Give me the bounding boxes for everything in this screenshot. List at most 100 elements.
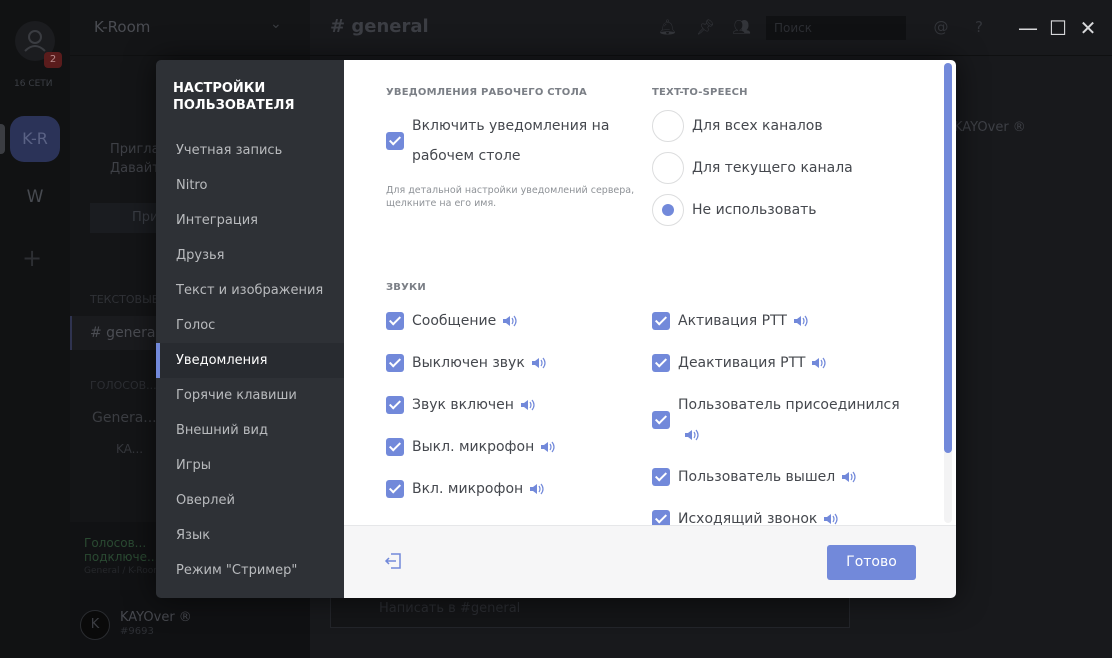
server-w[interactable]: W <box>12 174 58 220</box>
pin-icon[interactable]: 📌︎ <box>696 18 715 36</box>
sound-label: Пользователь присоединился <box>678 397 900 413</box>
nav-account[interactable]: Учетная запись <box>156 133 344 168</box>
nav-streamer-mode[interactable]: Режим "Стример" <box>156 553 344 588</box>
online-count: 16 СЕТИ <box>14 79 53 89</box>
sound-label: Активация PTT <box>678 313 787 329</box>
sound-row-label: Пользователь вышел <box>678 462 857 492</box>
nav-appearance[interactable]: Внешний вид <box>156 413 344 448</box>
avatar[interactable]: K <box>80 610 110 640</box>
sound-label: Сообщение <box>412 313 497 329</box>
nav-friends[interactable]: Друзья <box>156 238 344 273</box>
sound-mute-mic[interactable]: Выкл. микрофон <box>386 432 606 462</box>
speaker-icon[interactable] <box>823 512 839 525</box>
speaker-icon[interactable] <box>531 356 547 370</box>
checkbox[interactable] <box>386 480 404 498</box>
scrollbar-thumb[interactable] <box>944 63 952 453</box>
sound-label: Выключен звук <box>412 355 525 371</box>
tts-option-current-channel[interactable]: Для текущего канала <box>652 152 902 184</box>
checkbox[interactable] <box>652 354 670 372</box>
logout-icon[interactable] <box>384 552 402 570</box>
nav-notifications[interactable]: Уведомления <box>156 343 344 378</box>
nav-voice[interactable]: Голос <box>156 308 344 343</box>
sound-ptt-deactivate[interactable]: Деактивация PTT <box>652 348 912 378</box>
sound-user-leave[interactable]: Пользователь вышел <box>652 462 912 492</box>
speaker-icon[interactable] <box>540 440 556 454</box>
channel-header-title: # general <box>330 16 429 37</box>
radio-button-selected[interactable] <box>652 194 684 226</box>
checkbox[interactable] <box>652 510 670 525</box>
sound-label: Выкл. микрофон <box>412 439 535 455</box>
checkbox[interactable] <box>652 312 670 330</box>
checkbox[interactable] <box>652 468 670 486</box>
voice-status-line-1: Голосов... <box>84 536 147 550</box>
speaker-icon[interactable] <box>793 314 809 328</box>
settings-content: УВЕДОМЛЕНИЯ РАБОЧЕГО СТОЛА Включить увед… <box>344 60 956 525</box>
sound-row-label: Активация PTT <box>678 306 809 336</box>
voice-status: Голосов... подключе... General / K-Room <box>84 536 162 578</box>
checkbox[interactable] <box>652 411 670 429</box>
sound-user-join[interactable]: Пользователь присоединился <box>652 390 912 450</box>
sound-outgoing-call[interactable]: Исходящий звонок <box>652 504 912 525</box>
nav-overlay[interactable]: Оверлей <box>156 483 344 518</box>
mention-icon[interactable]: @ <box>932 18 950 36</box>
sound-ptt-activate[interactable]: Активация PTT <box>652 306 912 336</box>
sound-message[interactable]: Сообщение <box>386 306 606 336</box>
sound-label: Исходящий звонок <box>678 511 818 525</box>
chevron-down-icon[interactable]: ⌄ <box>270 16 282 32</box>
help-icon[interactable]: ? <box>970 18 988 36</box>
sound-deafen[interactable]: Выключен звук <box>386 348 606 378</box>
discord-app: 2 16 СЕТИ K-R W + K-Room ⌄ Приглас... Да… <box>0 0 1112 658</box>
speaker-icon[interactable] <box>811 356 827 370</box>
nav-games[interactable]: Игры <box>156 448 344 483</box>
desktop-notifications-toggle[interactable]: Включить уведомления на рабочем столе <box>386 111 626 171</box>
checkbox[interactable] <box>386 132 404 150</box>
speaker-icon[interactable] <box>841 470 857 484</box>
sound-label: Вкл. микрофон <box>412 481 524 497</box>
radio-button[interactable] <box>652 152 684 184</box>
bell-icon[interactable]: 🔔︎ <box>658 18 677 36</box>
minimize-button[interactable]: — <box>1015 16 1041 40</box>
checkbox[interactable] <box>386 396 404 414</box>
done-button[interactable]: Готово <box>827 545 916 580</box>
maximize-button[interactable]: ☐ <box>1045 16 1071 40</box>
checkbox[interactable] <box>386 438 404 456</box>
nav-keybinds[interactable]: Горячие клавиши <box>156 378 344 413</box>
sound-row-label: Сообщение <box>412 306 518 336</box>
speaker-icon[interactable] <box>529 482 545 496</box>
user-tag: #9693 <box>120 626 154 637</box>
search-input[interactable]: Поиск <box>766 16 906 40</box>
sounds-heading: ЗВУКИ <box>386 282 426 293</box>
hint-line-1: Для детальной настройки уведомлений серв… <box>386 185 635 196</box>
voice-channels-category[interactable]: ГОЛОСОВ... <box>90 379 157 392</box>
close-window-button[interactable]: ✕ <box>1075 16 1101 40</box>
voice-status-line-3: General / K-Room <box>84 566 163 576</box>
nav-nitro[interactable]: Nitro <box>156 168 344 203</box>
server-kroom[interactable]: K-R <box>10 116 60 162</box>
voice-user[interactable]: KA... <box>116 442 143 456</box>
nav-language[interactable]: Язык <box>156 518 344 553</box>
checkbox[interactable] <box>386 354 404 372</box>
divider <box>70 55 310 56</box>
member-list-item[interactable]: KAYOver ® <box>954 120 1026 135</box>
nav-text-images[interactable]: Текст и изображения <box>156 273 344 308</box>
desktop-notifications-heading: УВЕДОМЛЕНИЯ РАБОЧЕГО СТОЛА <box>386 87 587 98</box>
settings-title: НАСТРОЙКИ ПОЛЬЗОВАТЕЛЯ <box>173 81 295 113</box>
sound-row-label: Выкл. микрофон <box>412 432 556 462</box>
tts-option-all-channels[interactable]: Для всех каналов <box>652 110 902 142</box>
settings-sidebar: НАСТРОЙКИ ПОЛЬЗОВАТЕЛЯ Учетная запись Ni… <box>156 60 344 598</box>
user-settings-modal: НАСТРОЙКИ ПОЛЬЗОВАТЕЛЯ Учетная запись Ni… <box>156 60 956 598</box>
add-server-icon[interactable]: + <box>22 244 42 272</box>
nav-integrations[interactable]: Интеграция <box>156 203 344 238</box>
radio-button[interactable] <box>652 110 684 142</box>
checkbox[interactable] <box>386 312 404 330</box>
sound-unmute-mic[interactable]: Вкл. микрофон <box>386 474 606 504</box>
speaker-icon[interactable] <box>502 314 518 328</box>
members-icon[interactable]: 👥︎ <box>732 18 751 36</box>
guild-name[interactable]: K-Room <box>94 18 150 36</box>
sound-label: Пользователь вышел <box>678 469 836 485</box>
sound-undeafen[interactable]: Звук включен <box>386 390 606 420</box>
tts-option-never[interactable]: Не использовать <box>652 194 902 226</box>
speaker-icon[interactable] <box>520 398 536 412</box>
speaker-icon[interactable] <box>684 428 700 442</box>
voice-channel-general[interactable]: Genera... <box>92 410 157 426</box>
